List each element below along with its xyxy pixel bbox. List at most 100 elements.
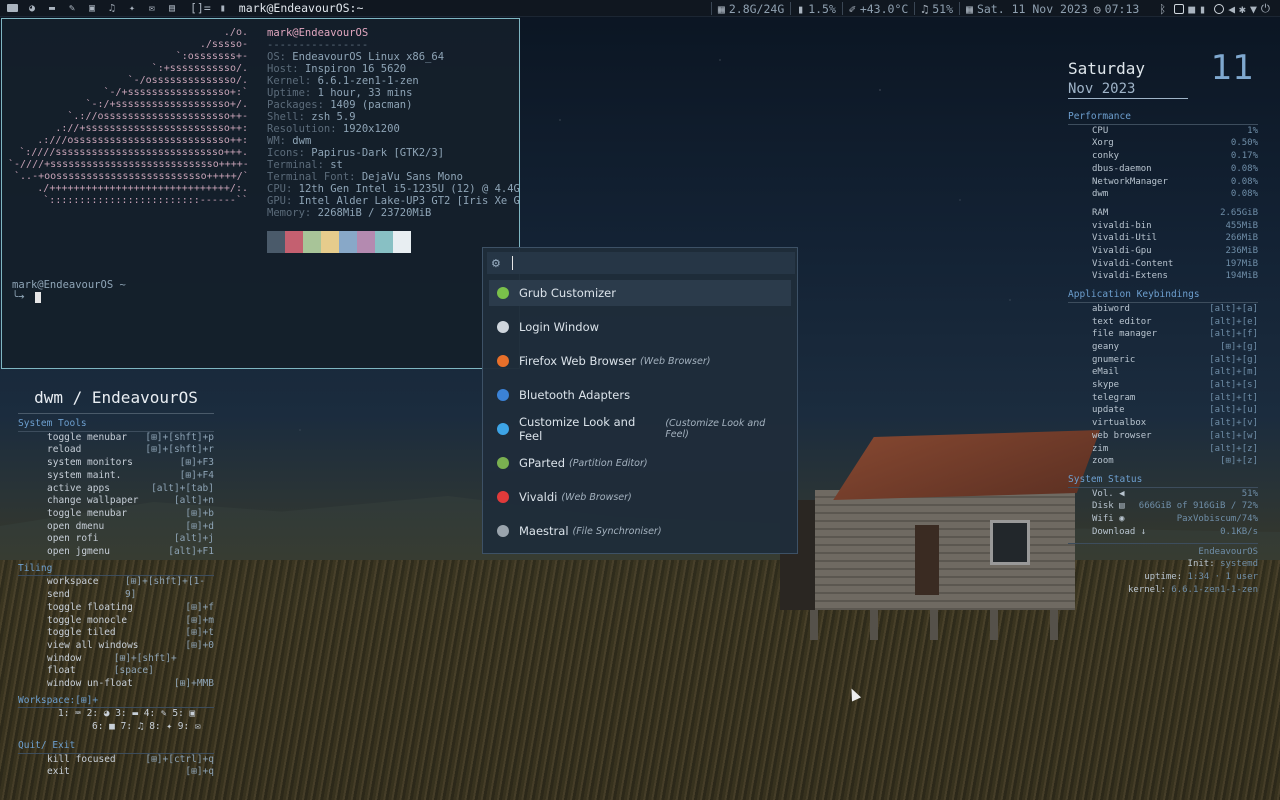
steam-icon[interactable] — [1214, 3, 1225, 14]
cpu-row: Xorg 0.50% — [1068, 137, 1258, 150]
folder-icon[interactable]: ▬ — [44, 2, 60, 14]
footer-row: kernel: 6.6.1-zen1-1-zen — [1068, 584, 1258, 597]
info-line: Terminal Font: DejaVu Sans Mono — [267, 171, 519, 183]
cheat-key: [⊞]+b — [185, 507, 214, 519]
app-launcher[interactable]: ⚙ Grub Customizer Login Window Firefox Web… — [482, 247, 798, 554]
lock-icon[interactable]: ■ — [1188, 2, 1195, 16]
info-value: 6.6.1-zen1-1-zen — [317, 75, 419, 87]
app-icon — [497, 389, 509, 401]
info-key: WM: — [267, 135, 286, 147]
launcher-item[interactable]: Maestral (File Synchroniser) — [489, 518, 791, 544]
cheat-key: [⊞]+[shft]+[1-9] — [124, 576, 206, 601]
shell-prompt[interactable]: mark@EndeavourOS ~ ╰➔ — [12, 279, 126, 303]
status-row-value: PaxVobiscum/74% — [1176, 514, 1258, 525]
memory-value: 2.8G/24G — [728, 1, 785, 16]
globe-icon[interactable]: ◕ — [24, 2, 40, 14]
workspace-line-1: 1: ⌨ 2: ◕ 3: ▬ 4: ✎ 5: ▣ — [58, 708, 196, 720]
cheat-key: [⊞]+MMB — [173, 678, 214, 690]
app-icon — [497, 287, 509, 299]
wifi-icon[interactable]: ▼ — [1250, 2, 1257, 16]
color-palette — [267, 231, 411, 253]
keybinding-row: update [alt]+[u] — [1068, 404, 1258, 417]
launcher-item[interactable]: Customize Look and Feel (Customize Look a… — [489, 415, 791, 443]
info-key: Shell: — [267, 111, 305, 123]
cpu-row-value: 0.08% — [1230, 189, 1258, 200]
power-icon[interactable]: ▮ — [1199, 2, 1206, 16]
launcher-item[interactable]: Bluetooth Adapters — [489, 382, 791, 408]
info-line: Host: Inspiron 16 5620 — [267, 63, 519, 75]
keybinding-row-label: web browser — [1092, 430, 1152, 441]
image-icon[interactable]: ▣ — [84, 2, 100, 14]
ram-row-label: RAM — [1092, 207, 1109, 218]
cpu-row: NetworkManager 0.08% — [1068, 176, 1258, 189]
cheat-section-title: System Tools — [18, 418, 214, 432]
launcher-item[interactable]: Grub Customizer — [489, 280, 791, 306]
info-value: Intel Alder Lake-UP3 GT2 [Iris Xe G — [298, 195, 519, 207]
wrench-icon[interactable]: ✦ — [124, 2, 140, 14]
bluetooth-icon[interactable]: ᛒ — [1159, 2, 1166, 16]
ram-row: Vivaldi-Util 266MiB — [1068, 232, 1258, 245]
keybinding-row-value: [alt]+[s] — [1209, 380, 1258, 391]
keybinding-row: virtualbox [alt]+[v] — [1068, 417, 1258, 430]
prompt-text: mark@EndeavourOS ~ — [12, 279, 126, 291]
window-title: mark@EndeavourOS:~ — [238, 1, 364, 15]
footer-label: Init: — [1187, 559, 1215, 570]
keybinding-row-value: [alt]+[a] — [1209, 303, 1258, 314]
cheat-key: [⊞]+F3 — [179, 457, 214, 469]
ram-row-value: 2.65GiB — [1220, 207, 1258, 218]
info-key: Resolution: — [267, 123, 337, 135]
terminal-window[interactable]: ./o. ./sssso- `:osssssss+- `:+ssssssssss… — [1, 18, 520, 369]
ram-row-value: 266MiB — [1225, 233, 1258, 244]
keybinding-row-label: zim — [1092, 443, 1109, 454]
cheat-action: toggle monocle — [47, 614, 128, 626]
keybinding-row: eMail [alt]+[m] — [1068, 366, 1258, 379]
volume-icon[interactable]: ◀ — [1228, 2, 1235, 16]
clock-icon: ◷ — [1093, 1, 1101, 16]
cheat-action: view all windows — [47, 639, 139, 651]
launcher-item[interactable]: GParted (Partition Editor) — [489, 450, 791, 476]
cheat-key: [⊞]+[shft]+[space] — [113, 652, 177, 677]
terminal-icon[interactable] — [4, 2, 20, 14]
keybinding-row-value: [alt]+[v] — [1209, 418, 1258, 429]
music-icon[interactable]: ♫ — [104, 2, 120, 14]
cheat-row: window un-float [⊞]+MMB — [18, 678, 214, 691]
mail-icon[interactable]: ✉ — [144, 2, 160, 14]
settings-icon[interactable]: ✱ — [1239, 2, 1246, 16]
ram-row-label: vivaldi-bin — [1092, 220, 1152, 231]
power-menu-icon[interactable]: ⏻ — [1261, 1, 1270, 16]
launcher-item[interactable]: Login Window — [489, 314, 791, 340]
launcher-item[interactable]: Firefox Web Browser (Web Browser) — [489, 348, 791, 374]
layout-indicator[interactable]: []= — [190, 1, 211, 15]
temp-value: +43.0°C — [859, 1, 909, 16]
cheat-action: open jgmenu — [47, 546, 110, 558]
separator-line: ---------------- — [267, 39, 369, 51]
thermometer-icon: ✐ — [848, 1, 856, 16]
archive-icon[interactable]: ▤ — [164, 2, 180, 14]
cpu-row-label: dbus-daemon — [1092, 163, 1152, 174]
month: Nov — [1068, 81, 1094, 97]
palette-swatch — [357, 231, 375, 253]
keybinding-row-value: [alt]+[t] — [1209, 392, 1258, 403]
volume-stat[interactable]: ♫ 51% — [914, 2, 959, 16]
footer-value: EndeavourOS — [1198, 546, 1258, 557]
info-line: Shell: zsh 5.9 — [267, 111, 519, 123]
cheat-key: [alt]+j — [173, 533, 214, 545]
ram-row-label: Vivaldi-Content — [1092, 258, 1174, 269]
launcher-item-label: Vivaldi — [519, 490, 558, 504]
cheat-row: system maint. [⊞]+F4 — [18, 470, 214, 483]
ascii-logo: ./o. ./sssso- `:osssssss+- `:+ssssssssss… — [8, 27, 249, 206]
launcher-item-label: Grub Customizer — [519, 286, 616, 300]
toggle-icon[interactable] — [1174, 3, 1185, 14]
cheat-action: active apps — [47, 482, 110, 494]
prompt-arrow: ╰➔ — [12, 291, 25, 303]
editor-icon[interactable]: ✎ — [64, 2, 80, 14]
status-row-value: 666GiB of 916GiB / 72% — [1138, 501, 1258, 512]
cpu-icon: ▮ — [797, 1, 805, 16]
footer-value: 1:34 · 1 user — [1187, 571, 1258, 582]
cheat-action: window float — [47, 652, 82, 677]
cpu-row-label: dwm — [1092, 189, 1109, 200]
info-key: Terminal Font: — [267, 171, 356, 183]
launcher-item-subtitle: (Web Browser) — [640, 355, 711, 367]
launcher-search[interactable]: ⚙ — [487, 252, 795, 274]
launcher-item[interactable]: Vivaldi (Web Browser) — [489, 484, 791, 510]
